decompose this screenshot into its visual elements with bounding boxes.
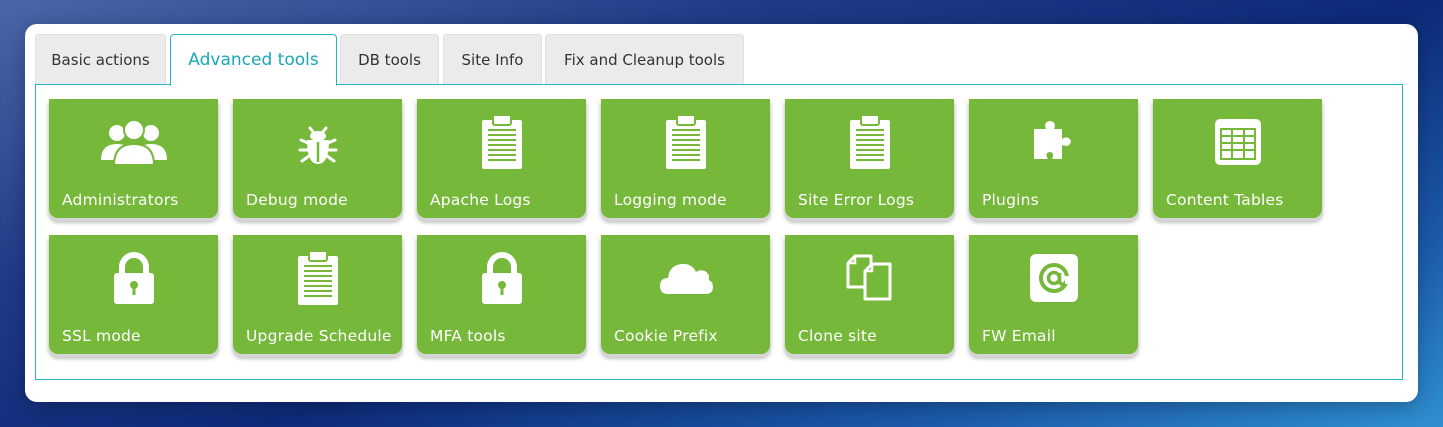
tab-advanced-tools[interactable]: Advanced tools: [170, 34, 337, 86]
lock-icon: [49, 249, 218, 307]
clipboard-icon: [417, 113, 586, 171]
tile-debug-mode[interactable]: Debug mode: [233, 99, 402, 218]
bug-icon: [233, 113, 402, 171]
tile-label: MFA tools: [430, 327, 506, 345]
tile-label: Debug mode: [246, 191, 348, 209]
copy-icon: [785, 249, 954, 307]
clipboard-icon: [601, 113, 770, 171]
puzzle-icon: [969, 113, 1138, 171]
tools-card: Basic actions Advanced tools DB tools Si…: [25, 24, 1418, 402]
tab-panel-advanced-tools: Administrators Debug mode Apache Logs Lo…: [35, 84, 1403, 380]
tile-label: Clone site: [798, 327, 877, 345]
tile-label: FW Email: [982, 327, 1056, 345]
tile-plugins[interactable]: Plugins: [969, 99, 1138, 218]
tile-label: Cookie Prefix: [614, 327, 718, 345]
tile-site-error-logs[interactable]: Site Error Logs: [785, 99, 954, 218]
tile-label: SSL mode: [62, 327, 141, 345]
tile-logging-mode[interactable]: Logging mode: [601, 99, 770, 218]
tile-label: Site Error Logs: [798, 191, 915, 209]
tile-upgrade-schedule[interactable]: Upgrade Schedule: [233, 235, 402, 354]
tile-label: Upgrade Schedule: [246, 327, 392, 345]
tab-db-tools[interactable]: DB tools: [340, 34, 439, 84]
lock-icon: [417, 249, 586, 307]
tile-cookie-prefix[interactable]: Cookie Prefix: [601, 235, 770, 354]
clipboard-icon: [233, 249, 402, 307]
tile-ssl-mode[interactable]: SSL mode: [49, 235, 218, 354]
tab-fix-and-cleanup-tools[interactable]: Fix and Cleanup tools: [545, 34, 744, 84]
tile-label: Administrators: [62, 191, 179, 209]
tile-content-tables[interactable]: Content Tables: [1153, 99, 1322, 218]
tile-clone-site[interactable]: Clone site: [785, 235, 954, 354]
tab-basic-actions[interactable]: Basic actions: [35, 34, 166, 84]
at-sign-icon: [969, 249, 1138, 307]
tile-apache-logs[interactable]: Apache Logs: [417, 99, 586, 218]
tile-administrators[interactable]: Administrators: [49, 99, 218, 218]
tile-label: Logging mode: [614, 191, 727, 209]
clipboard-icon: [785, 113, 954, 171]
tile-label: Plugins: [982, 191, 1039, 209]
table-icon: [1153, 113, 1322, 171]
tile-fw-email[interactable]: FW Email: [969, 235, 1138, 354]
tab-site-info[interactable]: Site Info: [443, 34, 542, 84]
tile-mfa-tools[interactable]: MFA tools: [417, 235, 586, 354]
users-icon: [49, 113, 218, 171]
tile-label: Apache Logs: [430, 191, 531, 209]
cloud-icon: [601, 249, 770, 307]
tile-label: Content Tables: [1166, 191, 1284, 209]
